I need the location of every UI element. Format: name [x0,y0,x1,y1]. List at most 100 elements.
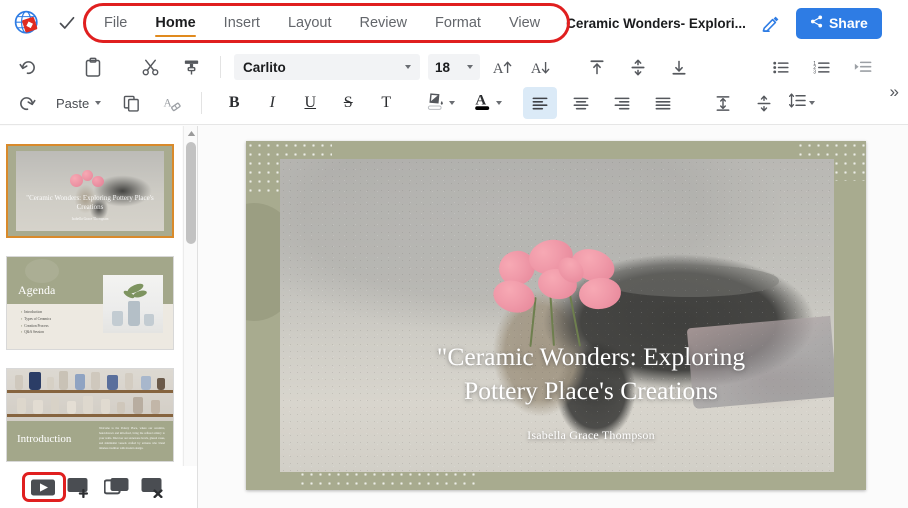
chevron-down-icon[interactable] [496,101,502,105]
list-item: Introduction [21,309,95,316]
slide-thumbnail-1-canvas: "Ceramic Wonders: Exploring Pottery Plac… [8,146,172,236]
text-effects-button[interactable]: T [369,87,403,119]
bowl-rim [601,265,778,296]
strikethrough-button[interactable]: S [331,87,365,119]
menu-tab-home-label: Home [155,15,195,31]
italic-button[interactable]: I [255,87,289,119]
title-bar: File Home Insert Layout Review Format Vi… [0,0,908,46]
bold-label: B [229,94,240,112]
slide-thumbnail-2-title: Agenda [18,283,55,298]
font-size-value: 18 [435,60,467,75]
format-painter-icon[interactable] [174,51,208,83]
slide-thumbnail-1-title: "Ceramic Wonders: Exploring Pottery Plac… [16,194,164,212]
add-slide-button[interactable] [65,474,95,500]
font-family-input[interactable]: Carlito [234,54,420,80]
menu-tab-insert-label: Insert [224,15,260,31]
bold-button[interactable]: B [217,87,251,119]
copy-icon[interactable] [114,87,148,119]
chevron-down-icon[interactable] [467,65,473,69]
slide-thumbnail-3[interactable]: Introduction Welcome to the Pottery Plac… [6,368,174,462]
slide-thumbnail-1[interactable]: "Ceramic Wonders: Exploring Pottery Plac… [6,144,174,238]
save-status-check-icon[interactable] [50,0,84,46]
clipboard-paste-icon[interactable] [76,51,110,83]
shrink-font-icon[interactable]: A [524,51,558,83]
align-center-icon[interactable] [564,87,598,119]
photo-texture [280,159,834,472]
slide-thumbnail-3-image [7,369,173,421]
slide-title[interactable]: "Ceramic Wonders: Exploring Pottery Plac… [314,340,834,408]
fill-color-button[interactable] [425,90,455,117]
menu-tab-file[interactable]: File [90,0,141,46]
menu-tab-home[interactable]: Home [141,0,209,46]
menu-tab-layout-label: Layout [288,15,332,31]
current-slide[interactable]: "Ceramic Wonders: Exploring Pottery Plac… [246,141,866,490]
slide-editor-stage[interactable]: "Ceramic Wonders: Exploring Pottery Plac… [198,126,908,508]
svg-text:3: 3 [813,69,816,75]
numbered-list-icon[interactable]: 1 2 3 [805,51,839,83]
scissors-cut-icon[interactable] [133,51,167,83]
font-color-button[interactable]: A [473,90,502,117]
menu-tab-view[interactable]: View [495,0,554,46]
strikethrough-label: S [344,94,353,112]
menu-tab-format[interactable]: Format [421,0,495,46]
chevron-down-icon[interactable] [449,101,455,105]
menu-tab-review[interactable]: Review [345,0,421,46]
font-color-icon: A [473,90,493,117]
menu-tab-format-label: Format [435,15,481,31]
chevron-down-icon[interactable] [95,101,101,105]
menu-tab-layout[interactable]: Layout [274,0,346,46]
menu-tabs: File Home Insert Layout Review Format Vi… [90,0,554,46]
pencil-edit-icon[interactable] [756,8,786,38]
grow-font-icon[interactable]: A [486,51,520,83]
wps-globe-logo-icon[interactable] [4,0,50,46]
align-bottom-icon[interactable] [662,51,696,83]
play-slideshow-button[interactable] [28,474,58,500]
share-button-label: Share [829,15,868,31]
ribbon-toolbar: Carlito 18 A A [0,46,908,125]
delete-slide-button[interactable] [139,474,169,500]
menu-tab-insert[interactable]: Insert [210,0,274,46]
more-commands-label: » [890,82,899,101]
slides-panel-scrollbar[interactable] [183,126,197,466]
align-right-icon[interactable] [605,87,639,119]
slide-image-placeholder[interactable]: "Ceramic Wonders: Exploring Pottery Plac… [280,159,834,472]
align-left-icon[interactable] [523,87,557,119]
undo-icon[interactable] [10,51,44,83]
align-middle-icon[interactable] [621,51,655,83]
more-commands-button[interactable]: » [890,82,899,102]
redo-icon[interactable] [10,87,44,119]
duplicate-slide-button[interactable] [102,474,132,500]
slide-title-line-2: Pottery Place's Creations [314,374,834,408]
font-size-input[interactable]: 18 [428,54,480,80]
align-justify-icon[interactable] [646,87,680,119]
clear-formatting-icon[interactable]: A [155,87,189,119]
svg-text:A: A [476,92,487,108]
line-spacing-button[interactable] [788,91,815,115]
increase-indent-icon[interactable] [846,51,880,83]
chevron-down-icon[interactable] [405,65,411,69]
share-button[interactable]: Share [796,8,882,39]
scroll-up-arrow-icon[interactable] [184,126,198,140]
menu-tab-file-label: File [104,15,127,31]
line-height-icon[interactable] [747,87,781,119]
line-spacing-icon [788,91,808,115]
align-top-icon[interactable] [580,51,614,83]
paste-button[interactable]: Paste [56,96,101,111]
paragraph-spacing-icon[interactable] [706,87,740,119]
scrollbar-thumb[interactable] [186,142,196,244]
slide-author[interactable]: Isabella Grace Thompson [314,428,834,443]
slide-thumbnail-2-bullets: Introduction Types of Ceramics Creation … [21,309,95,336]
slide-thumbnail-2-image [103,275,163,333]
wps-presentation-window: File Home Insert Layout Review Format Vi… [0,0,908,508]
slide-thumbnail-2-canvas: Agenda Introduction Types of Ceramics Cr… [7,257,173,349]
slide-thumbnail-3-body: Welcome to the Pottery Place, where our … [99,426,165,451]
underline-button[interactable]: U [293,87,327,119]
document-title[interactable]: Ceramic Wonders- Explori... [566,16,746,31]
bullet-list-icon[interactable] [764,51,798,83]
chevron-down-icon[interactable] [809,101,815,105]
slide-thumbnail-2[interactable]: Agenda Introduction Types of Ceramics Cr… [6,256,174,350]
menu-tab-review-label: Review [359,15,407,31]
slides-panel[interactable]: "Ceramic Wonders: Exploring Pottery Plac… [0,126,182,466]
fill-color-icon [425,90,446,117]
slide-actions-bar [0,466,197,508]
